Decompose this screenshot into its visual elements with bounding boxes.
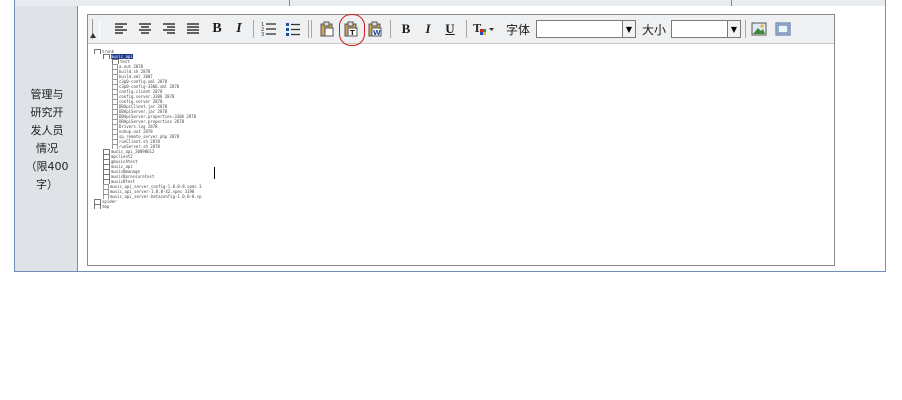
toolbar-separator: [390, 20, 391, 38]
toolbar-separator: [253, 20, 254, 38]
font-family-select[interactable]: ▼: [536, 20, 636, 38]
underline-icon[interactable]: U: [441, 20, 459, 38]
chevron-down-icon[interactable]: ▼: [622, 21, 635, 37]
font-size-label: 大小: [641, 22, 666, 37]
highlight-circle: [339, 14, 365, 46]
insert-image-icon[interactable]: [750, 20, 768, 38]
italic-format-icon[interactable]: I: [419, 20, 437, 38]
svg-text:W: W: [373, 29, 381, 37]
italic-icon[interactable]: I: [230, 20, 248, 38]
toolbar-separator: [466, 20, 467, 38]
toolbar-separator: [308, 20, 309, 38]
collapse-arrow-icon[interactable]: [90, 31, 96, 39]
field-value-cell: B I 123 T W B I U T 字体 ▼ 大小 ▼ trunk musi…: [78, 6, 885, 271]
align-left-icon[interactable]: [112, 20, 130, 38]
ordered-list-icon[interactable]: 123: [260, 20, 278, 38]
font-size-select[interactable]: ▼: [671, 20, 741, 38]
paste-from-word-icon[interactable]: W: [366, 20, 384, 38]
tree-row-label: tmp: [102, 204, 110, 209]
justify-icon[interactable]: [184, 20, 202, 38]
form-table: 管理与 研究开 发人员 情况 （限400 字） B I 1 2 3 T W B …: [14, 0, 886, 272]
toolbar-separator: [745, 20, 746, 38]
field-label-cell: 管理与 研究开 发人员 情况 （限400 字）: [15, 6, 78, 271]
svg-text:3: 3: [261, 32, 264, 37]
align-center-icon[interactable]: [136, 20, 154, 38]
font-family-label: 字体: [505, 22, 530, 37]
align-right-icon[interactable]: [160, 20, 178, 38]
unordered-list-icon[interactable]: [284, 20, 302, 38]
tree-row: tmp: [94, 204, 828, 209]
text-cursor: [214, 167, 215, 179]
rich-text-editor[interactable]: B I 123 T W B I U T 字体 ▼ 大小 ▼ trunk musi…: [87, 14, 835, 266]
editor-toolbar: B I 123 T W B I U T 字体 ▼ 大小 ▼: [88, 14, 834, 46]
toolbar-separator: [311, 20, 312, 38]
bold-format-icon[interactable]: B: [397, 20, 415, 38]
source-view-icon[interactable]: [774, 20, 792, 38]
field-label: 管理与 研究开 发人员 情况 （限400 字）: [25, 88, 69, 191]
text-color-icon[interactable]: T: [472, 20, 496, 38]
chevron-down-icon[interactable]: ▼: [727, 21, 740, 37]
folder-icon: [94, 204, 101, 209]
bold-icon[interactable]: B: [208, 20, 226, 38]
paste-icon[interactable]: [318, 20, 336, 38]
pasted-file-tree-image: trunk music_api test a.out 2878 build.sh 287…: [94, 49, 828, 259]
